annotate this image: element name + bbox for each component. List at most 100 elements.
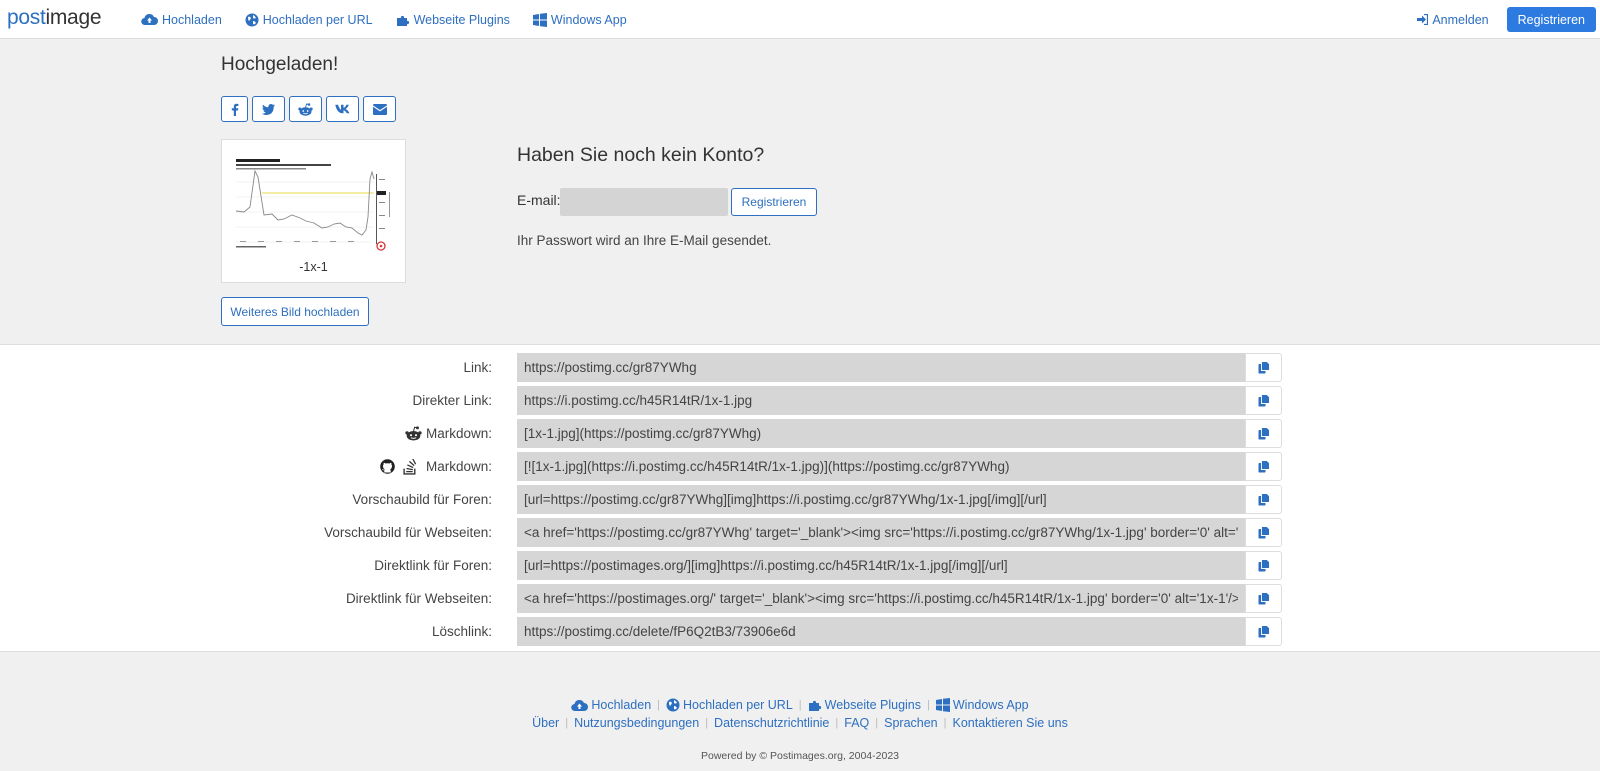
separator: | <box>875 717 879 729</box>
copy-button[interactable] <box>1245 518 1282 547</box>
link-row-reddit-markdown: Markdown: <box>0 419 1600 448</box>
separator: | <box>927 699 930 711</box>
sign-in-icon <box>1417 14 1429 25</box>
vk-icon <box>334 104 349 114</box>
nav-item-windows-app[interactable]: Windows App <box>532 12 627 27</box>
share-email-button[interactable] <box>363 96 396 122</box>
footer-link-privacy[interactable]: Datenschutzrichtlinie <box>714 716 829 730</box>
delete-link-field[interactable] <box>517 617 1245 646</box>
postimage-logo[interactable]: postimage <box>7 6 102 30</box>
windows-icon <box>532 12 547 27</box>
separator: | <box>705 717 709 729</box>
share-vk-button[interactable] <box>326 96 359 122</box>
password-note: Ihr Passwort wird an Ihre E-Mail gesende… <box>517 233 772 248</box>
footer-link-contact[interactable]: Kontaktieren Sie uns <box>953 716 1068 730</box>
link-row-web-thumbnail: Vorschaubild für Webseiten: <box>0 518 1600 547</box>
footer-info-links: Über | Nutzungsbedingungen | Datenschutz… <box>0 716 1600 730</box>
web-thumbnail-field[interactable] <box>517 518 1245 547</box>
row-label: Direktlink für Foren: <box>374 558 492 573</box>
link-row-direct: Direkter Link: <box>0 386 1600 415</box>
footer-nav: Hochladen | Hochladen per URL | Webseite… <box>0 698 1600 712</box>
forum-thumbnail-field[interactable] <box>517 485 1245 514</box>
footer: Hochladen | Hochladen per URL | Webseite… <box>0 652 1600 767</box>
row-label: Markdown: <box>405 419 492 448</box>
login-label: Anmelden <box>1432 12 1489 27</box>
forum-direct-link-field[interactable] <box>517 551 1245 580</box>
footer-link-terms[interactable]: Nutzungsbedingungen <box>574 716 699 730</box>
nav-label: Windows App <box>550 12 627 27</box>
share-buttons <box>221 96 400 122</box>
footer-link-faq[interactable]: FAQ <box>844 716 869 730</box>
footer-link-about[interactable]: Über <box>532 716 559 730</box>
nav-item-upload[interactable]: Hochladen <box>141 13 222 27</box>
nav-label: Hochladen <box>162 12 222 27</box>
email-field[interactable] <box>560 188 728 216</box>
reddit-icon <box>405 426 422 441</box>
copy-icon <box>1258 625 1270 638</box>
link-row-delete: Löschlink: <box>0 617 1600 646</box>
chart-thumbnail-image <box>234 157 394 252</box>
signup-title: Haben Sie noch kein Konto? <box>517 144 765 166</box>
separator: | <box>798 699 802 711</box>
row-label: Direktlink für Webseiten: <box>345 591 492 606</box>
share-reddit-button[interactable] <box>289 96 322 122</box>
reddit-markdown-field[interactable] <box>517 419 1245 448</box>
register-button-top[interactable]: Registrieren <box>1506 7 1596 32</box>
separator: | <box>943 717 947 729</box>
nav-item-upload-url[interactable]: Hochladen per URL <box>245 13 373 27</box>
globe-icon <box>245 13 259 26</box>
windows-icon <box>935 698 950 712</box>
page-title: Hochgeladen! <box>221 54 339 75</box>
nav-label: Webseite Plugins <box>413 12 510 27</box>
direct-link-field[interactable] <box>517 386 1245 415</box>
copy-icon <box>1258 526 1270 539</box>
facebook-icon <box>231 103 238 116</box>
copy-button[interactable] <box>1245 353 1282 382</box>
copy-button[interactable] <box>1245 617 1282 646</box>
row-label: Vorschaubild für Foren: <box>352 492 492 507</box>
puzzle-icon <box>808 700 821 711</box>
nav-account: Anmelden Registrieren <box>1417 0 1600 39</box>
nav-item-plugins[interactable]: Webseite Plugins <box>396 13 510 27</box>
copy-icon <box>1258 493 1270 506</box>
github-markdown-field[interactable] <box>517 452 1245 481</box>
copy-button[interactable] <box>1245 485 1282 514</box>
separator: | <box>565 717 569 729</box>
footer-link-languages[interactable]: Sprachen <box>884 716 938 730</box>
cloud-upload-icon <box>571 699 589 711</box>
share-twitter-button[interactable] <box>252 96 285 122</box>
image-thumbnail[interactable]: -1x-1 <box>221 139 406 283</box>
login-link[interactable]: Anmelden <box>1417 12 1489 27</box>
thumbnail-caption: -1x-1 <box>299 260 328 274</box>
separator: | <box>657 699 660 711</box>
link-row-web-direct: Direktlink für Webseiten: <box>0 584 1600 613</box>
footer-link-upload-url[interactable]: Hochladen per URL <box>666 698 793 712</box>
upload-another-button[interactable]: Weiteres Bild hochladen <box>221 297 369 326</box>
web-direct-link-field[interactable] <box>517 584 1245 613</box>
row-label: Direkter Link: <box>412 393 492 408</box>
share-facebook-button[interactable] <box>221 96 248 122</box>
puzzle-icon <box>396 15 409 26</box>
copy-icon <box>1258 427 1270 440</box>
copy-button[interactable] <box>1245 386 1282 415</box>
copy-button[interactable] <box>1245 452 1282 481</box>
share-links-section: Link: Direkter Link: Markdown: Markdown:… <box>0 344 1600 652</box>
copy-button[interactable] <box>1245 584 1282 613</box>
reddit-icon <box>298 102 313 116</box>
footer-link-upload[interactable]: Hochladen <box>571 698 651 712</box>
footer-link-plugins[interactable]: Webseite Plugins <box>808 698 921 712</box>
email-label: E-mail: <box>517 192 561 208</box>
link-row-github-markdown: Markdown: <box>0 452 1600 481</box>
copy-icon <box>1258 361 1270 374</box>
copy-button[interactable] <box>1245 419 1282 448</box>
link-row-link: Link: <box>0 353 1600 382</box>
envelope-icon <box>372 103 387 115</box>
link-row-forum-direct: Direktlink für Foren: <box>0 551 1600 580</box>
signup-register-button[interactable]: Registrieren <box>731 188 817 216</box>
footer-link-windows-app[interactable]: Windows App <box>935 698 1029 712</box>
link-row-forum-thumbnail: Vorschaubild für Foren: <box>0 485 1600 514</box>
row-label: Markdown: <box>380 452 492 481</box>
cloud-upload-icon <box>141 13 158 26</box>
link-field[interactable] <box>517 353 1245 382</box>
copy-button[interactable] <box>1245 551 1282 580</box>
